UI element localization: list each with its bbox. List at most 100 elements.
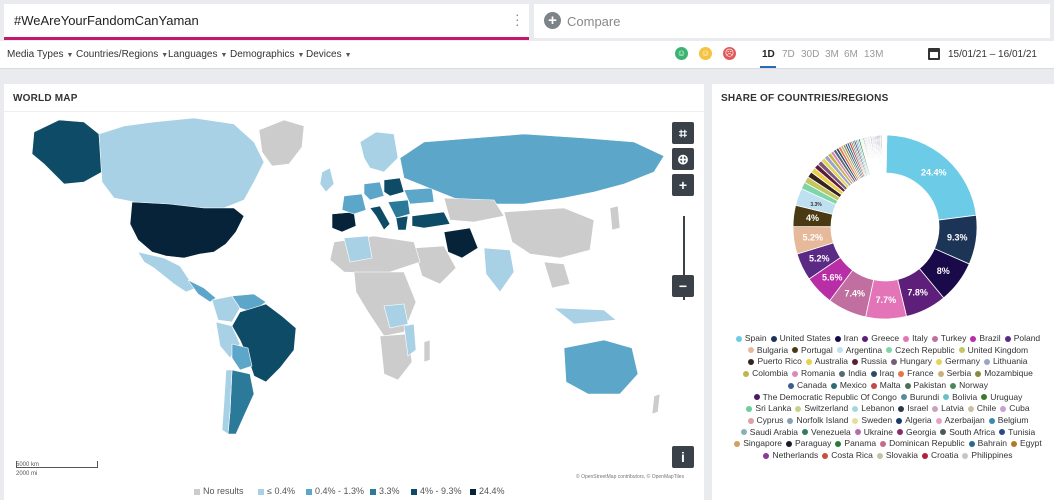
legend-item[interactable]: Australia — [805, 356, 848, 368]
world-map-svg[interactable] — [4, 112, 704, 500]
legend-item[interactable]: Cuba — [1000, 403, 1030, 415]
legend-item[interactable]: Croatia — [922, 450, 958, 462]
legend-item[interactable]: Malta — [870, 380, 901, 392]
legend-item[interactable]: Belgium — [988, 415, 1028, 427]
range-7d[interactable]: 7D — [782, 49, 795, 60]
legend-item[interactable]: Slovakia — [876, 450, 918, 462]
legend-item[interactable]: Russia — [851, 356, 887, 368]
legend-item[interactable]: Israel — [898, 403, 928, 415]
query-text[interactable]: #WeAreYourFandomCanYaman — [14, 13, 199, 28]
map-attribution[interactable]: © OpenStreetMap contributors, © OpenMapT… — [576, 474, 684, 480]
filter-label: Countries/Regions — [76, 49, 159, 60]
legend-item[interactable]: Czech Republic — [886, 345, 955, 357]
crop-icon[interactable]: ⌗ — [672, 122, 694, 144]
legend-item[interactable]: Sweden — [852, 415, 892, 427]
legend-item[interactable]: Iran — [834, 333, 858, 345]
legend-item[interactable]: France — [898, 368, 934, 380]
legend-item[interactable]: Switzerland — [795, 403, 848, 415]
legend-item[interactable]: Bahrain — [968, 438, 1007, 450]
range-13m[interactable]: 13M — [864, 49, 883, 60]
legend-item[interactable]: Pakistan — [904, 380, 946, 392]
legend-item[interactable]: Argentina — [836, 345, 882, 357]
legend-item[interactable]: Greece — [862, 333, 899, 345]
legend-item[interactable]: Spain — [735, 333, 767, 345]
legend-item[interactable]: Hungary — [890, 356, 932, 368]
legend-dot — [932, 405, 939, 412]
legend-item[interactable]: India — [839, 368, 867, 380]
range-3m[interactable]: 3M — [825, 49, 839, 60]
filter-languages[interactable]: Languages ▼ — [168, 49, 227, 60]
legend-item[interactable]: Algeria — [896, 415, 932, 427]
legend-item[interactable]: Lebanon — [852, 403, 894, 415]
legend-item[interactable]: Latvia — [932, 403, 964, 415]
legend-dot — [931, 335, 938, 342]
legend-item[interactable]: Uruguay — [981, 392, 1022, 404]
legend-item[interactable]: United States — [770, 333, 831, 345]
zoom-out-button[interactable]: − — [672, 275, 694, 297]
calendar-icon[interactable] — [928, 48, 940, 60]
legend-item[interactable]: South Africa — [940, 427, 995, 439]
legend-item[interactable]: Singapore — [734, 438, 782, 450]
legend-item[interactable]: Poland — [1004, 333, 1040, 345]
legend-item[interactable]: Azerbaijan — [935, 415, 985, 427]
range-30d[interactable]: 30D — [801, 49, 819, 60]
legend-item[interactable]: Bulgaria — [747, 345, 788, 357]
legend-item[interactable]: Romania — [792, 368, 835, 380]
legend-item[interactable]: Colombia — [743, 368, 788, 380]
positive-sentiment-icon[interactable]: ☺ — [675, 47, 688, 60]
more-options-icon[interactable]: · · · — [515, 7, 520, 31]
legend-item[interactable]: Georgia — [897, 427, 936, 439]
legend-item[interactable]: Venezuela — [802, 427, 851, 439]
legend-item[interactable]: Serbia — [937, 368, 971, 380]
query-field[interactable]: #WeAreYourFandomCanYaman · · · — [4, 4, 529, 40]
legend-item[interactable]: Philippines — [962, 450, 1013, 462]
legend-item[interactable]: Chile — [967, 403, 996, 415]
zoom-in-button[interactable]: + — [672, 174, 694, 196]
legend-item[interactable]: Saudi Arabia — [740, 427, 798, 439]
locate-icon[interactable]: ⊕ — [672, 148, 694, 170]
donut-chart-svg[interactable]: 24.4% 9.3% 8% 7.8% 7.7% 7.4%5.6% 5.2% 5.2% 4% 3.3… — [790, 132, 980, 322]
legend-item[interactable]: Sri Lanka — [746, 403, 791, 415]
legend-item[interactable]: Norfolk Island — [787, 415, 848, 427]
legend-item[interactable]: Tunisia — [999, 427, 1035, 439]
filter-countries-regions[interactable]: Countries/Regions ▼ — [76, 49, 168, 60]
legend-item[interactable]: Cyprus — [747, 415, 783, 427]
legend-item[interactable]: Lithuania — [984, 356, 1028, 368]
legend-item[interactable]: Norway — [950, 380, 988, 392]
legend-item[interactable]: Egypt — [1010, 438, 1042, 450]
legend-item[interactable]: Iraq — [870, 368, 894, 380]
legend-item[interactable]: Italy — [903, 333, 928, 345]
legend-item[interactable]: Canada — [788, 380, 827, 392]
filter-demographics[interactable]: Demographics ▼ — [230, 49, 304, 60]
legend-item[interactable]: Netherlands — [763, 450, 818, 462]
date-range[interactable]: 15/01/21 – 16/01/21 — [948, 49, 1037, 60]
filter-media-types[interactable]: Media Types ▼ — [7, 49, 73, 60]
legend-item[interactable]: The Democratic Republic Of Congo — [753, 392, 897, 404]
legend-item[interactable]: Dominican Republic — [880, 438, 965, 450]
info-icon[interactable]: i — [672, 446, 694, 468]
legend-item[interactable]: Bolivia — [943, 392, 977, 404]
legend-item[interactable]: United Kingdom — [958, 345, 1028, 357]
filter-devices[interactable]: Devices ▼ — [306, 49, 352, 60]
donut-chart[interactable]: 24.4% 9.3% 8% 7.8% 7.7% 7.4% 5.6% 5.2% 5.2% 4% 3.3… — [790, 132, 980, 322]
legend-item[interactable]: Panama — [835, 438, 876, 450]
legend-item[interactable]: Brazil — [970, 333, 1001, 345]
legend-item[interactable]: Germany — [936, 356, 980, 368]
compare-button[interactable]: + Compare — [534, 4, 1050, 38]
legend-item[interactable]: Turkey — [931, 333, 966, 345]
range-1d[interactable]: 1D — [762, 49, 775, 60]
range-6m[interactable]: 6M — [844, 49, 858, 60]
legend-item[interactable]: Ukraine — [854, 427, 893, 439]
legend-item[interactable]: Paraguay — [786, 438, 831, 450]
legend-item[interactable]: Puerto Rico — [748, 356, 802, 368]
legend-item[interactable]: Mozambique — [975, 368, 1033, 380]
donut-slice-label: 3.3% — [810, 202, 822, 208]
legend-dot — [763, 452, 770, 459]
legend-item[interactable]: Costa Rica — [822, 450, 873, 462]
legend-item[interactable]: Portugal — [792, 345, 833, 357]
legend-item[interactable]: Burundi — [900, 392, 939, 404]
legend-item[interactable]: Mexico — [830, 380, 867, 392]
neutral-sentiment-icon[interactable]: ☺ — [699, 47, 712, 60]
world-map[interactable]: ⌗ ⊕ + − i 5000 km 2000 mi © OpenStreetMa… — [4, 111, 704, 500]
negative-sentiment-icon[interactable]: ☹ — [723, 47, 736, 60]
